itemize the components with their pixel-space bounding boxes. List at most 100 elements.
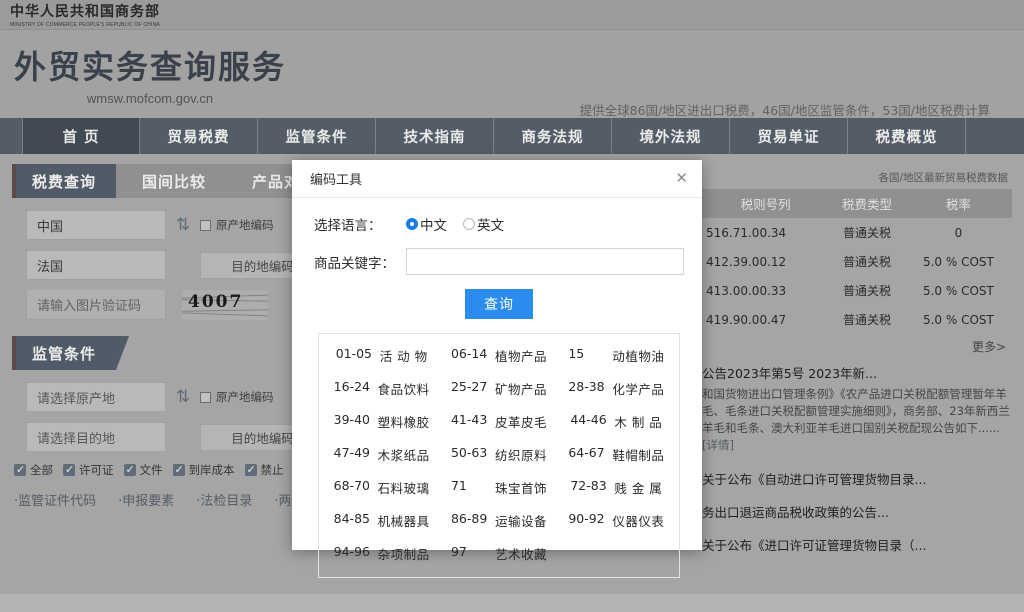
- category-item[interactable]: 71 珠宝首饰: [440, 478, 557, 497]
- category-item[interactable]: 50-63 纺织原料: [440, 445, 557, 464]
- category-item[interactable]: 47-49 木浆纸品: [323, 445, 440, 464]
- category-item[interactable]: 64-67 鞋帽制品: [558, 445, 675, 464]
- category-item[interactable]: 06-14 植物产品: [440, 346, 557, 365]
- checkbox-license[interactable]: 许可证: [63, 462, 114, 478]
- radio-english[interactable]: 英文: [463, 214, 504, 234]
- reg-origin-code-label: 原产地编码: [216, 390, 274, 404]
- nav-item-trade-tax[interactable]: 贸易税费: [140, 118, 258, 154]
- category-name: 皮革皮毛: [494, 415, 547, 430]
- checkbox-all[interactable]: 全部: [14, 462, 53, 478]
- category-item[interactable]: 16-24 食品饮料: [323, 379, 440, 398]
- category-name: 仪器仪表: [612, 514, 665, 529]
- category-item[interactable]: 68-70 石料玻璃: [323, 478, 440, 497]
- category-name: 植物产品: [494, 349, 547, 364]
- nav-item-commerce-law[interactable]: 商务法规: [494, 118, 612, 154]
- category-item[interactable]: 94-96 杂项制品: [323, 544, 440, 563]
- category-item[interactable]: 25-27 矿物产品: [440, 379, 557, 398]
- nav-item-regulatory[interactable]: 监管条件: [258, 118, 376, 154]
- category-item[interactable]: 41-43 皮革皮毛: [440, 412, 557, 431]
- checkbox-all-label: 全部: [30, 463, 53, 477]
- link-inspection-catalog[interactable]: ·法检目录: [196, 490, 252, 509]
- category-item[interactable]: 15 动植物油: [558, 346, 675, 365]
- category-item[interactable]: 28-38 化学产品: [558, 379, 675, 398]
- close-icon[interactable]: ✕: [675, 171, 688, 186]
- hero-tagline: 提供全球86国/地区进出口税费，46国/地区监管条件，53国/地区税费计算: [579, 103, 990, 118]
- dialog-title: 编码工具: [310, 173, 363, 188]
- right-column: 各国/地区最新贸易税费数据 税则号列 税费类型 税率 516.71.00.34 …: [702, 164, 1012, 594]
- tab-country-compare[interactable]: 国间比较: [116, 164, 240, 198]
- table-row[interactable]: 413.00.00.33 普通关税 5.0 % COST: [702, 276, 1012, 305]
- list-item[interactable]: 关于公布《自动进口许可管理货物目录...: [702, 462, 1012, 495]
- category-item[interactable]: 01-05 活 动 物: [323, 346, 440, 365]
- nav-item-tax-overview[interactable]: 税费概览: [848, 118, 966, 154]
- cell-code: 412.39.00.12: [706, 254, 787, 269]
- search-button[interactable]: 查询: [465, 289, 533, 319]
- list-item[interactable]: 关于公布《进口许可证管理货物目录（...: [702, 528, 1012, 561]
- cell-type: 普通关税: [843, 255, 892, 269]
- category-item[interactable]: 90-92 仪器仪表: [558, 511, 675, 530]
- nav-item-home[interactable]: 首 页: [22, 118, 140, 154]
- news-summary: 和国货物进出口管理条例》《农产品进口关税配额管理暂年羊毛、毛条进口关税配额管理实…: [702, 386, 1012, 454]
- keyword-input[interactable]: [406, 248, 684, 275]
- table-row[interactable]: 412.39.00.12 普通关税 5.0 % COST: [702, 247, 1012, 276]
- category-name: 木浆纸品: [377, 448, 430, 463]
- reg-origin-select[interactable]: 请选择原产地: [26, 382, 166, 412]
- category-code: 01-05: [335, 346, 373, 361]
- category-item[interactable]: 97 艺术收藏: [440, 544, 557, 563]
- category-item[interactable]: 44-46 木 制 品: [558, 412, 675, 431]
- category-name: 珠宝首饰: [494, 481, 547, 496]
- swap-vertical-icon[interactable]: ⇅: [166, 215, 200, 235]
- category-code: 90-92: [568, 511, 605, 526]
- tariff-caption: 各国/地区最新贸易税费数据: [878, 172, 1008, 184]
- more-link[interactable]: 更多>: [702, 334, 1012, 361]
- check-icon: [123, 463, 136, 477]
- ministry-name-cn: 中华人民共和国商务部: [10, 4, 160, 20]
- checkbox-landed-cost[interactable]: 到岸成本: [172, 462, 235, 478]
- category-name: 矿物产品: [494, 382, 547, 397]
- category-name: 化学产品: [612, 382, 665, 397]
- category-code: 84-85: [333, 511, 370, 526]
- page-title: 外贸实务查询服务: [14, 48, 287, 86]
- captcha-input[interactable]: 请输入图片验证码: [26, 290, 166, 320]
- table-row[interactable]: 516.71.00.34 普通关税 0: [702, 218, 1012, 247]
- cell-rate: 0: [954, 225, 963, 240]
- radio-chinese[interactable]: 中文: [406, 214, 447, 234]
- link-declaration-elements[interactable]: ·申报要素: [118, 490, 174, 509]
- category-item[interactable]: 84-85 机械器具: [323, 511, 440, 530]
- site-url: wmsw.mofcom.gov.cn: [86, 91, 214, 106]
- category-item[interactable]: 39-40 塑料橡胶: [323, 412, 440, 431]
- reg-dest-select[interactable]: 请选择目的地: [26, 422, 166, 452]
- nav-item-tech-guide[interactable]: 技术指南: [376, 118, 494, 154]
- captcha-image[interactable]: 4007: [182, 290, 268, 320]
- category-name: 食品饮料: [377, 382, 430, 397]
- nav-item-trade-docs[interactable]: 贸易单证: [730, 118, 848, 154]
- hero-left: 外贸实务查询服务 wmsw.mofcom.gov.cn: [0, 30, 286, 106]
- category-item[interactable]: 86-89 运输设备: [440, 511, 557, 530]
- table-row[interactable]: 419.90.00.47 普通关税 5.0 % COST: [702, 305, 1012, 334]
- cell-rate: 5.0 % COST: [922, 283, 994, 298]
- tab-regulatory-conditions[interactable]: 监管条件: [12, 336, 130, 370]
- category-item[interactable]: 72-83 贱 金 属: [558, 478, 675, 497]
- swap-vertical-icon-2[interactable]: ⇅: [166, 387, 200, 407]
- tab-tax-query[interactable]: 税费查询: [12, 164, 130, 198]
- origin-country-select[interactable]: 中国: [26, 210, 166, 240]
- checkbox-document[interactable]: 文件: [123, 462, 163, 478]
- keyword-label: 商品关键字：: [314, 255, 395, 272]
- hero-banner: 外贸实务查询服务 wmsw.mofcom.gov.cn 提供全球86国/地区进出…: [0, 30, 1024, 118]
- category-code: 50-63: [450, 445, 488, 460]
- radio-english-label: 英文: [477, 218, 504, 234]
- category-name: 运输设备: [494, 514, 547, 529]
- news-headline[interactable]: 公告2023年第5号 2023年新...: [702, 361, 1012, 386]
- link-regulatory-cert-code[interactable]: ·监管证件代码: [14, 490, 96, 509]
- list-item[interactable]: 务出口退运商品税收政策的公告...: [702, 495, 1012, 528]
- nav-item-overseas-law[interactable]: 境外法规: [612, 118, 730, 154]
- dest-country-select[interactable]: 法国: [26, 250, 166, 280]
- category-name: 木 制 品: [614, 415, 663, 430]
- language-row: 选择语言： 中文 英文: [314, 214, 684, 234]
- checkbox-box: [200, 219, 211, 231]
- language-label: 选择语言：: [314, 218, 382, 234]
- checkbox-prohibited[interactable]: 禁止: [244, 462, 284, 478]
- reg-origin-code-checkbox[interactable]: 原产地编码: [200, 389, 274, 405]
- origin-code-checkbox[interactable]: 原产地编码: [200, 217, 274, 233]
- news-detail-link[interactable]: [详情]: [702, 438, 734, 452]
